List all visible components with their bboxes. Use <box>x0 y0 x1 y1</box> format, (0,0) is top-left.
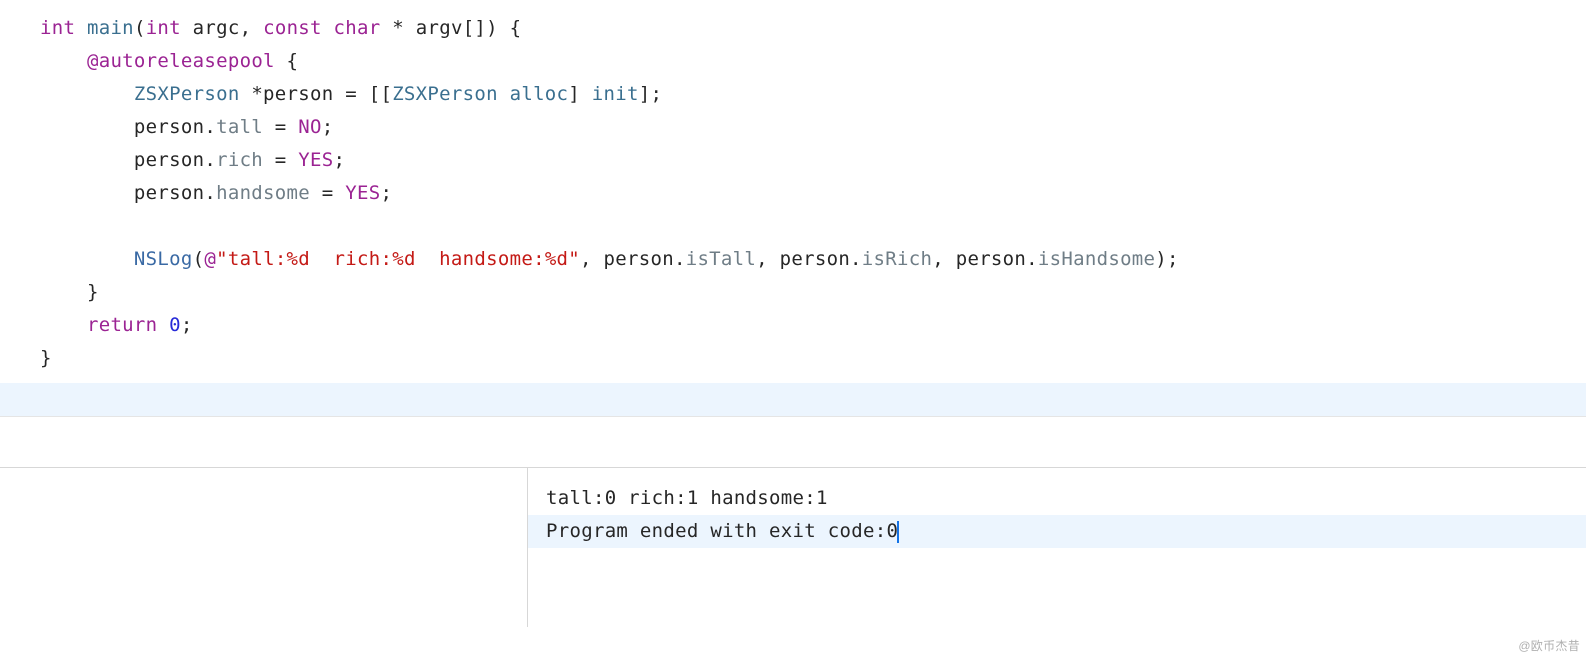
property-isrich: isRich <box>862 248 932 270</box>
code-editor-pane[interactable]: int main(int argc, const char * argv[]) … <box>0 0 1586 417</box>
func-main: main <box>87 17 134 39</box>
watermark-text: @欧币杰昔 <box>1518 637 1580 654</box>
string-literal: "tall:%d rich:%d handsome:%d" <box>216 248 580 270</box>
keyword-char: char <box>334 17 381 39</box>
property-handsome: handsome <box>216 182 310 204</box>
bool-yes: YES <box>345 182 380 204</box>
console-output-line: tall:0 rich:1 handsome:1 <box>528 482 1586 515</box>
text-cursor <box>897 521 899 543</box>
keyword-const: const <box>263 17 322 39</box>
number-zero: 0 <box>169 314 181 336</box>
source-code[interactable]: int main(int argc, const char * argv[]) … <box>0 12 1586 383</box>
console-area: tall:0 rich:1 handsome:1 Program ended w… <box>0 467 1586 627</box>
pane-separator <box>0 417 1586 467</box>
property-istall: isTall <box>686 248 756 270</box>
func-nslog: NSLog <box>134 248 193 270</box>
property-ishandsome: isHandsome <box>1038 248 1155 270</box>
bool-yes: YES <box>298 149 333 171</box>
keyword-int: int <box>146 17 181 39</box>
bool-no: NO <box>298 116 321 138</box>
type-zsxperson: ZSXPerson <box>134 83 240 105</box>
current-line-highlight <box>0 383 1586 416</box>
selector-init: init <box>592 83 639 105</box>
keyword-int: int <box>40 17 75 39</box>
property-tall: tall <box>216 116 263 138</box>
keyword-return: return <box>87 314 157 336</box>
keyword-autoreleasepool: @autoreleasepool <box>87 50 275 72</box>
type-zsxperson: ZSXPerson <box>392 83 498 105</box>
property-rich: rich <box>216 149 263 171</box>
console-exit-line: Program ended with exit code: 0 <box>528 515 1586 548</box>
selector-alloc: alloc <box>510 83 569 105</box>
variables-pane[interactable] <box>0 468 528 627</box>
output-pane[interactable]: tall:0 rich:1 handsome:1 Program ended w… <box>528 468 1586 627</box>
